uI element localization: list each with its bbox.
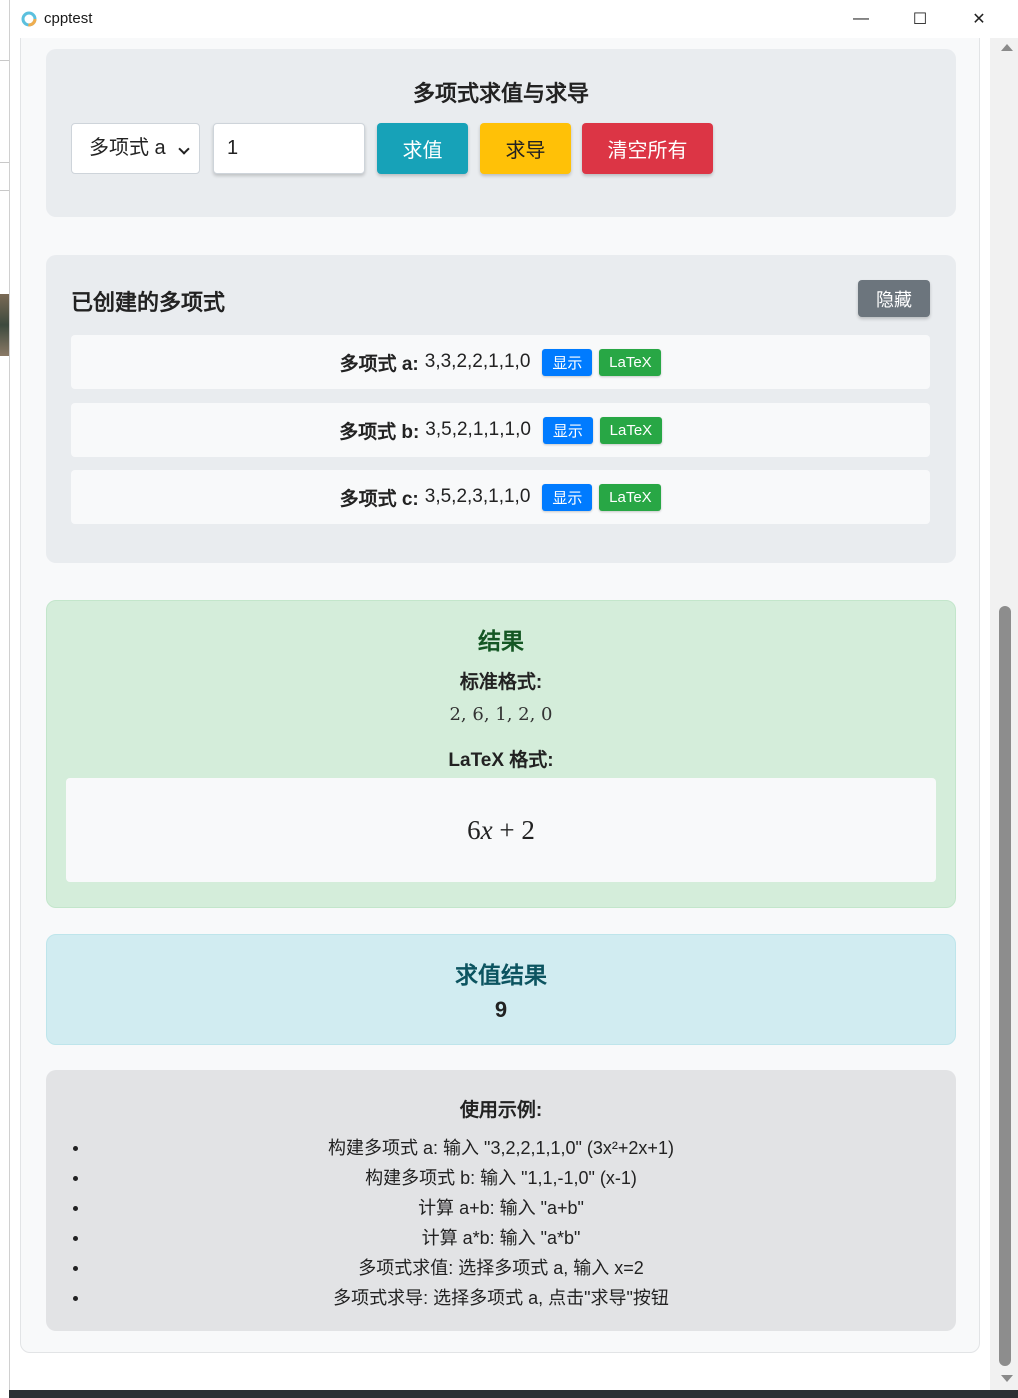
latex-button[interactable]: LaTeX <box>599 416 662 444</box>
desktop-thumbnail <box>0 294 9 356</box>
bullet-icon <box>73 1146 78 1151</box>
latex-button[interactable]: LaTeX <box>599 348 662 376</box>
example-text: 计算 a*b: 输入 "a*b" <box>421 1228 581 1248</box>
polynomial-coefficients: 3,5,2,3,1,1,0 <box>424 486 531 507</box>
hide-button[interactable]: 隐藏 <box>858 280 930 317</box>
list-item: 构建多项式 b: 输入 "1,1,-1,0" (x-1) <box>46 1163 956 1193</box>
usage-examples-panel: 使用示例: 构建多项式 a: 输入 "3,2,2,1,1,0" (3x²+2x+… <box>46 1070 956 1331</box>
chevron-down-icon <box>178 143 190 155</box>
desktop-divider <box>0 162 9 163</box>
eval-panel-title: 多项式求值与求导 <box>412 81 589 106</box>
page-container: 多项式求值与求导 多项式 a 1 求值 求导 清空所有 已创建的多项式 隐藏 多… <box>20 38 980 1353</box>
scrollbar-thumb[interactable] <box>999 606 1011 1366</box>
usage-examples-title: 使用示例: <box>459 1100 543 1121</box>
polynomial-name: 多项式 c: <box>339 488 419 510</box>
usage-examples-list: 构建多项式 a: 输入 "3,2,2,1,1,0" (3x²+2x+1) 构建多… <box>46 1133 956 1313</box>
show-button[interactable]: 显示 <box>542 483 593 511</box>
x-value-input[interactable]: 1 <box>213 123 365 174</box>
standard-format-label: 标准格式: <box>459 672 543 693</box>
desktop-divider <box>0 60 9 61</box>
eval-result-panel: 求值结果 9 <box>46 934 956 1045</box>
title-bar: cpptest — ☐ ✕ <box>10 0 1018 38</box>
desktop-divider <box>0 190 9 191</box>
window-title: cpptest <box>44 10 93 27</box>
evaluate-button[interactable]: 求值 <box>377 123 468 174</box>
app-window: cpptest — ☐ ✕ 多项式求值与求导 多项式 a 1 求值 求导 清空所… <box>9 0 1018 1390</box>
result-panel: 结果 标准格式: 2, 6, 1, 2, 0 LaTeX 格式: 6x + 2 … <box>46 600 956 908</box>
minimize-button[interactable]: — <box>832 0 890 38</box>
list-item: 构建多项式 a: 输入 "3,2,2,1,1,0" (3x²+2x+1) <box>46 1133 956 1163</box>
polynomial-row-b: 多项式 b: 3,5,2,1,1,1,0 显示 LaTeX <box>71 403 930 457</box>
list-item: 多项式求导: 选择多项式 a, 点击"求导"按钮 <box>46 1283 956 1313</box>
app-icon <box>20 10 38 28</box>
close-button[interactable]: ✕ <box>950 0 1008 38</box>
polynomial-name: 多项式 a: <box>339 353 419 375</box>
polynomial-row-c: 多项式 c: 3,5,2,3,1,1,0 显示 LaTeX <box>71 470 930 524</box>
standard-format-value: 2, 6, 1, 2, 0 <box>449 704 553 725</box>
eval-derive-panel: 多项式求值与求导 多项式 a 1 求值 求导 清空所有 <box>46 49 956 217</box>
bullet-icon <box>73 1236 78 1241</box>
clear-all-button[interactable]: 清空所有 <box>582 123 713 174</box>
page-viewport: 多项式求值与求导 多项式 a 1 求值 求导 清空所有 已创建的多项式 隐藏 多… <box>10 38 990 1390</box>
eval-result-value: 9 <box>494 997 508 1022</box>
bullet-icon <box>73 1296 78 1301</box>
example-text: 构建多项式 a: 输入 "3,2,2,1,1,0" (3x²+2x+1) <box>328 1138 674 1158</box>
polynomial-name: 多项式 b: <box>339 421 420 443</box>
scroll-up-arrow-icon[interactable] <box>1001 44 1013 51</box>
polynomial-row-a: 多项式 a: 3,3,2,2,1,1,0 显示 LaTeX <box>71 335 930 389</box>
polynomial-select[interactable]: 多项式 a <box>71 123 200 174</box>
list-item: 计算 a+b: 输入 "a+b" <box>46 1193 956 1223</box>
show-button[interactable]: 显示 <box>542 416 593 444</box>
bullet-icon <box>73 1176 78 1181</box>
list-item: 计算 a*b: 输入 "a*b" <box>46 1223 956 1253</box>
example-text: 多项式求值: 选择多项式 a, 输入 x=2 <box>358 1258 644 1278</box>
polynomial-coefficients: 3,5,2,1,1,1,0 <box>425 419 531 440</box>
show-button[interactable]: 显示 <box>542 348 593 376</box>
maximize-button[interactable]: ☐ <box>891 0 949 38</box>
example-text: 计算 a+b: 输入 "a+b" <box>418 1198 584 1218</box>
vertical-scrollbar[interactable] <box>990 38 1018 1390</box>
latex-render-box: 6x + 2 6x + 2 <box>66 778 936 882</box>
derive-button[interactable]: 求导 <box>480 123 571 174</box>
polynomial-select-value: 多项式 a <box>89 137 166 159</box>
latex-button[interactable]: LaTeX <box>599 483 662 511</box>
example-text: 构建多项式 b: 输入 "1,1,-1,0" (x-1) <box>365 1168 637 1188</box>
latex-format-label: LaTeX 格式: <box>448 750 554 771</box>
eval-result-title: 求值结果 <box>455 962 547 988</box>
created-polynomials-title: 已创建的多项式 <box>71 290 226 315</box>
polynomial-coefficients: 3,3,2,2,1,1,0 <box>424 351 531 372</box>
list-item: 多项式求值: 选择多项式 a, 输入 x=2 <box>46 1253 956 1283</box>
created-polynomials-panel: 已创建的多项式 隐藏 多项式 a: 3,3,2,2,1,1,0 显示 LaTeX… <box>46 255 956 563</box>
desktop-background <box>0 0 9 1398</box>
example-text: 多项式求导: 选择多项式 a, 点击"求导"按钮 <box>333 1288 669 1308</box>
scroll-down-arrow-icon[interactable] <box>1001 1375 1013 1382</box>
bullet-icon <box>73 1266 78 1271</box>
latex-formula: 6x + 2 <box>467 814 535 845</box>
result-title: 结果 <box>478 628 524 654</box>
bullet-icon <box>73 1206 78 1211</box>
